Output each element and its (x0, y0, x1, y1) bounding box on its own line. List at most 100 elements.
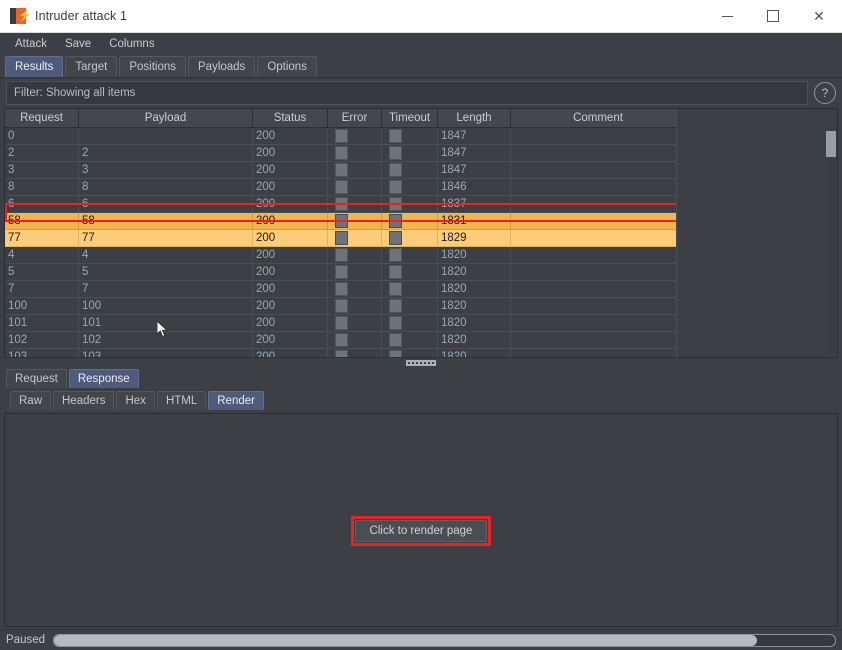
column-header-length[interactable]: Length (437, 109, 511, 128)
checkbox-timeout-icon[interactable] (389, 298, 402, 313)
checkbox-timeout-icon[interactable] (389, 264, 402, 279)
column-header-status[interactable]: Status (252, 109, 328, 128)
cell-timeout (381, 229, 438, 247)
message-subtab-strip: Raw Headers Hex HTML Render (4, 390, 838, 410)
menu-item-save[interactable]: Save (56, 36, 100, 52)
cell-status: 200 (252, 178, 328, 196)
cell-error (327, 144, 382, 162)
intruder-attack-window: ⚡ Intruder attack 1 ✕ Attack Save Column… (0, 0, 842, 650)
subtab-render[interactable]: Render (208, 391, 264, 410)
table-row[interactable]: 102 102 200 1820 (5, 331, 676, 349)
attack-status-label: Paused (6, 634, 46, 646)
table-row[interactable]: 5 5 200 1820 (5, 263, 676, 281)
cell-length: 1829 (437, 229, 511, 247)
results-vertical-scrollbar[interactable] (825, 128, 836, 354)
table-row[interactable]: 2 2 200 1847 (5, 144, 676, 162)
table-row[interactable]: 8 8 200 1846 (5, 178, 676, 196)
cell-timeout (381, 348, 438, 357)
column-header-error[interactable]: Error (327, 109, 382, 128)
results-scrollbar-thumb[interactable] (826, 131, 836, 157)
checkbox-timeout-icon[interactable] (389, 349, 402, 357)
panel-splitter[interactable] (0, 358, 842, 368)
cell-status: 200 (252, 297, 328, 315)
checkbox-error-icon[interactable] (335, 162, 348, 177)
checkbox-timeout-icon[interactable] (389, 162, 402, 177)
subtab-html[interactable]: HTML (156, 391, 207, 410)
maximize-button[interactable] (750, 0, 796, 32)
subtab-hex[interactable]: Hex (116, 391, 155, 410)
table-row[interactable]: 0 200 1847 (5, 127, 676, 145)
checkbox-error-icon[interactable] (335, 298, 348, 313)
checkbox-timeout-icon[interactable] (389, 128, 402, 143)
cell-length: 1847 (437, 161, 511, 179)
column-header-request[interactable]: Request (5, 109, 79, 128)
checkbox-timeout-icon[interactable] (389, 196, 402, 211)
cell-error (327, 348, 382, 357)
checkbox-error-icon[interactable] (335, 128, 348, 143)
table-row[interactable]: 7 7 200 1820 (5, 280, 676, 298)
cell-payload: 101 (78, 314, 253, 332)
checkbox-timeout-icon[interactable] (389, 179, 402, 194)
cell-length: 1820 (437, 314, 511, 332)
tab-target[interactable]: Target (65, 56, 118, 77)
table-row[interactable]: 77 77 200 1829 (5, 229, 676, 247)
cell-request: 0 (5, 127, 79, 145)
subtab-headers[interactable]: Headers (53, 391, 115, 410)
checkbox-timeout-icon[interactable] (389, 230, 402, 245)
tab-results[interactable]: Results (5, 56, 64, 77)
checkbox-timeout-icon[interactable] (389, 247, 402, 262)
table-row[interactable]: 100 100 200 1820 (5, 297, 676, 315)
checkbox-error-icon[interactable] (335, 179, 348, 194)
table-row[interactable]: 6 6 200 1837 (5, 195, 676, 213)
checkbox-timeout-icon[interactable] (389, 315, 402, 330)
cell-length: 1820 (437, 280, 511, 298)
table-row[interactable]: 58 58 200 1831 (5, 212, 676, 230)
checkbox-error-icon[interactable] (335, 230, 348, 245)
checkbox-timeout-icon[interactable] (389, 281, 402, 296)
tab-response[interactable]: Response (68, 369, 139, 388)
tab-payloads[interactable]: Payloads (188, 56, 256, 77)
checkbox-error-icon[interactable] (335, 196, 348, 211)
checkbox-error-icon[interactable] (335, 349, 348, 357)
window-controls: ✕ (704, 0, 842, 32)
checkbox-error-icon[interactable] (335, 264, 348, 279)
cell-status: 200 (252, 144, 328, 162)
close-button[interactable]: ✕ (796, 0, 842, 32)
tab-positions[interactable]: Positions (119, 56, 186, 77)
cell-payload: 103 (78, 348, 253, 357)
table-row[interactable]: 3 3 200 1847 (5, 161, 676, 179)
tab-options[interactable]: Options (257, 56, 317, 77)
column-header-comment[interactable]: Comment (510, 109, 676, 128)
cell-error (327, 297, 382, 315)
filter-bar[interactable]: Filter: Showing all items (6, 81, 808, 105)
cell-error (327, 246, 382, 264)
table-row[interactable]: 103 103 200 1820 (5, 348, 676, 357)
column-header-payload[interactable]: Payload (78, 109, 253, 128)
tab-request[interactable]: Request (6, 369, 67, 388)
minimize-button[interactable] (704, 0, 750, 32)
column-header-timeout[interactable]: Timeout (381, 109, 438, 128)
checkbox-timeout-icon[interactable] (389, 213, 402, 228)
results-table-filler (676, 109, 837, 357)
checkbox-error-icon[interactable] (335, 213, 348, 228)
cell-status: 200 (252, 331, 328, 349)
click-to-render-page-button[interactable]: Click to render page (354, 520, 488, 542)
checkbox-timeout-icon[interactable] (389, 145, 402, 160)
checkbox-error-icon[interactable] (335, 145, 348, 160)
question-mark-icon[interactable]: ? (814, 82, 836, 104)
cell-status: 200 (252, 280, 328, 298)
subtab-raw[interactable]: Raw (10, 391, 52, 410)
menu-item-attack[interactable]: Attack (6, 36, 56, 52)
cell-payload: 3 (78, 161, 253, 179)
cell-comment (510, 280, 676, 298)
menu-item-columns[interactable]: Columns (100, 36, 163, 52)
table-row[interactable]: 4 4 200 1820 (5, 246, 676, 264)
checkbox-timeout-icon[interactable] (389, 332, 402, 347)
cell-comment (510, 348, 676, 357)
cell-comment (510, 297, 676, 315)
checkbox-error-icon[interactable] (335, 332, 348, 347)
checkbox-error-icon[interactable] (335, 281, 348, 296)
checkbox-error-icon[interactable] (335, 315, 348, 330)
checkbox-error-icon[interactable] (335, 247, 348, 262)
table-row[interactable]: 101 101 200 1820 (5, 314, 676, 332)
